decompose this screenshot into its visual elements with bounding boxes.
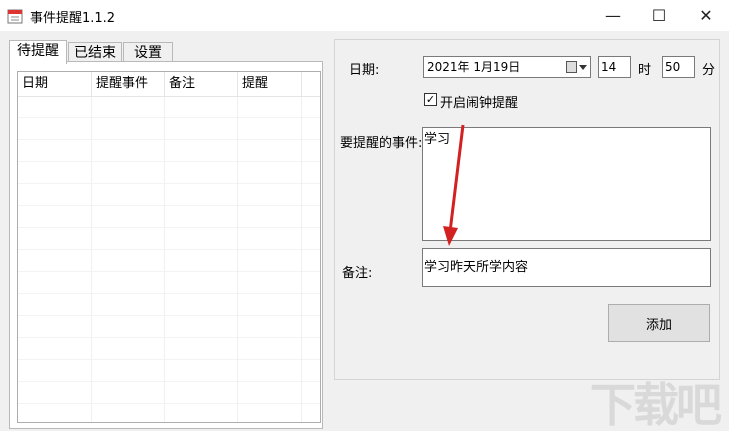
minimize-button[interactable]: — <box>590 0 636 31</box>
minute-input[interactable]: 50 <box>662 56 695 78</box>
chevron-down-icon <box>579 64 587 70</box>
alarm-checkbox-label[interactable]: 开启闹钟提醒 <box>440 92 518 111</box>
close-button[interactable]: ✕ <box>683 0 729 31</box>
note-input[interactable]: 学习昨天所学内容 <box>422 248 711 287</box>
hour-input[interactable]: 14 <box>598 56 631 78</box>
event-label: 要提醒的事件: <box>340 136 423 151</box>
calendar-icon <box>566 61 577 73</box>
add-button[interactable]: 添加 <box>608 304 710 342</box>
column-header-note[interactable]: 备注 <box>165 72 238 96</box>
column-header-date[interactable]: 日期 <box>18 72 92 96</box>
list-header: 日期 提醒事件 备注 提醒 <box>18 72 320 97</box>
hour-unit-label: 时 <box>638 63 652 78</box>
tab-pending[interactable]: 待提醒 <box>9 40 67 64</box>
watermark-logo: 下载吧 <box>590 378 722 432</box>
window-client: 待提醒 已结束 设置 日期 提醒事件 备注 提醒 日期: 2021年 1月19日 <box>0 31 729 432</box>
note-label: 备注: <box>342 266 373 281</box>
date-value: 2021年 1月19日 <box>427 60 521 74</box>
column-header-event[interactable]: 提醒事件 <box>92 72 165 96</box>
maximize-button[interactable]: ☐ <box>636 0 682 31</box>
date-label: 日期: <box>349 63 380 78</box>
date-picker[interactable]: 2021年 1月19日 <box>423 56 591 78</box>
date-dropdown-button[interactable] <box>566 57 590 77</box>
tab-panel-pending: 日期 提醒事件 备注 提醒 <box>9 61 323 429</box>
event-textarea[interactable]: 学习 <box>422 127 711 241</box>
alarm-checkbox[interactable]: ✓ <box>424 93 437 106</box>
app-calendar-icon <box>7 9 23 24</box>
minute-unit-label: 分 <box>702 63 716 78</box>
reminder-list[interactable]: 日期 提醒事件 备注 提醒 <box>17 71 321 423</box>
reminder-form: 日期: 2021年 1月19日 14 时 50 分 ✓ 开启闹钟提醒 要提醒的事… <box>334 39 720 380</box>
title-bar: 事件提醒1.1.2 — ☐ ✕ <box>0 0 729 31</box>
column-header-remind[interactable]: 提醒 <box>238 72 302 96</box>
window-title: 事件提醒1.1.2 <box>30 11 116 26</box>
